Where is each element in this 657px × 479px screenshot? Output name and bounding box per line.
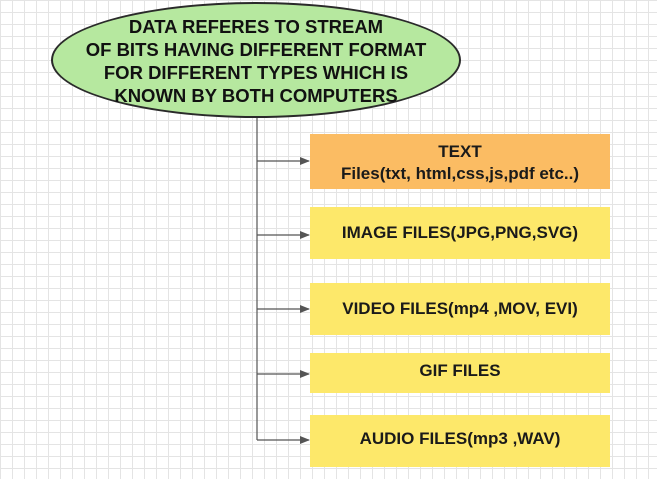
child-node-audio-files: AUDIO FILES(mp3 ,WAV) [310,415,610,467]
tree-diagram: DATA REFERES TO STREAM OF BITS HAVING DI… [0,0,657,479]
root-node: DATA REFERES TO STREAM OF BITS HAVING DI… [51,2,461,118]
child-node-line: VIDEO FILES(mp4 ,MOV, EVI) [342,299,578,318]
child-node-line: AUDIO FILES(mp3 ,WAV) [359,429,561,448]
child-node-line: IMAGE FILES(JPG,PNG,SVG) [341,223,579,242]
child-node-line: Files(txt, html,css,js,pdf etc..) [340,163,580,183]
root-node-text: DATA REFERES TO STREAM OF BITS HAVING DI… [85,16,427,106]
child-node-image-files: IMAGE FILES(JPG,PNG,SVG) [310,207,610,259]
child-node-line: GIF FILES [419,361,501,380]
child-node-video-files: VIDEO FILES(mp4 ,MOV, EVI) [310,283,610,335]
child-node-gif-files: GIF FILES [310,353,610,393]
child-node-line: TEXT [438,141,482,161]
child-node-text-files: TEXT Files(txt, html,css,js,pdf etc..) [310,134,610,189]
